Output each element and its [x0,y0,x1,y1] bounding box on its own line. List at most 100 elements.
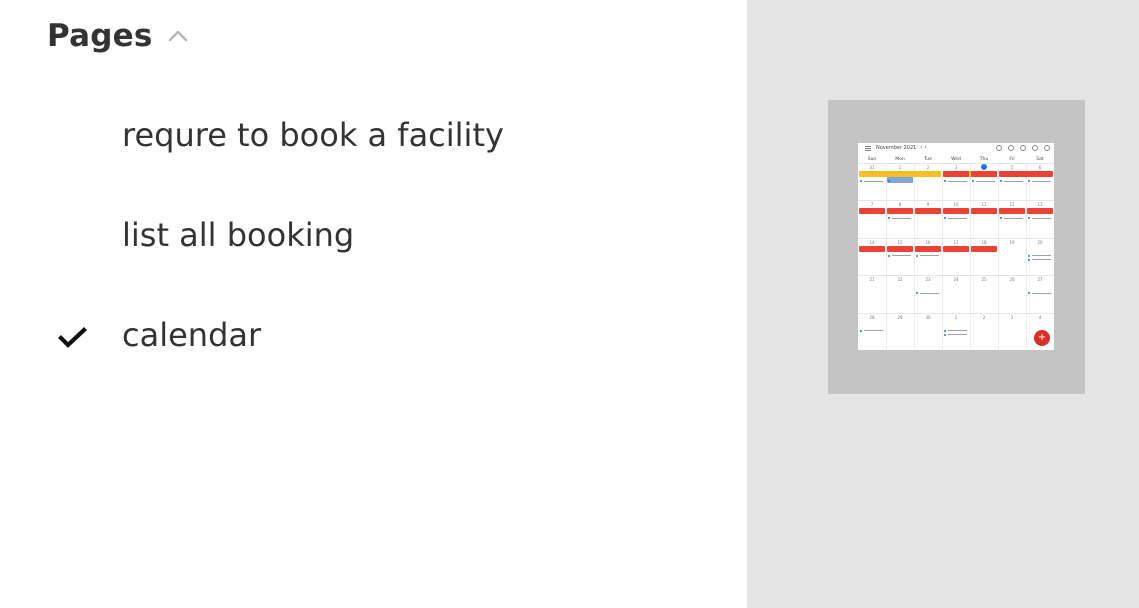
calendar-day-number: 9 [926,202,930,208]
thumbs-up-icon [1008,145,1014,151]
weekday-header: Fri [1009,157,1015,162]
calendar-grid-line [858,200,1054,202]
more-icon [1044,145,1050,151]
calendar-grid-line [858,237,1054,239]
calendar-event-line [1032,255,1051,257]
calendar-day-number: 27 [1037,277,1043,283]
calendar-event-line [892,180,911,182]
calendar-event-dot [1028,254,1030,257]
calendar-event-dot [860,180,862,182]
page-item-label: list all booking [122,216,355,254]
calendar-event-bar [943,171,969,177]
calendar-day-number: 6 [1038,165,1042,170]
calendar-event-bar [999,171,1053,177]
page-item-label: requre to book a facility [122,116,504,154]
calendar-day-number: 31 [869,165,875,170]
weekday-header: Sat [1036,157,1044,162]
calendar-event-line [948,217,967,219]
calendar-day-number: 5 [1010,165,1014,170]
pages-header[interactable]: Pages [47,18,190,54]
calendar-grid-line [970,163,971,350]
calendar-event-line [976,180,995,182]
page-item-list-all-booking[interactable]: list all booking [0,208,747,268]
calendar-event-bar [1027,208,1053,215]
calendar-day-number: 24 [953,277,959,283]
calendar-event-dot [888,254,890,257]
calendar-event-line [920,292,939,294]
calendar-event-dot [888,180,890,182]
calendar-event-line [864,180,883,182]
calendar-event-dot [944,217,946,220]
calendar-event-line [892,255,911,257]
calendar-event-line [1004,217,1023,219]
calendar-grid-line [914,163,915,350]
calendar-event-line [1032,180,1051,182]
calendar-event-bar [859,208,885,215]
calendar-day-number: 13 [1037,202,1043,208]
calendar-event-dot [1000,217,1002,220]
calendar-event-dot [916,254,918,257]
calendar-event-bar [859,245,885,252]
page-thumbnail-frame[interactable]: November 2021 ‹ › Sun Mon Tue Wed Thu Fri Sat 3… [828,100,1085,394]
weekday-header: Wed [951,157,961,162]
calendar-event-bar [971,208,997,215]
calendar-event-line [920,255,939,257]
calendar-event-bar [943,208,969,215]
calendar-day-number: 25 [981,277,987,283]
calendar-day-number: 21 [869,277,875,283]
page-preview-panel: November 2021 ‹ › Sun Mon Tue Wed Thu Fri Sat 3… [747,0,1139,608]
chevron-up-icon[interactable] [166,24,190,48]
weekday-header: Mon [895,157,905,162]
calendar-event-dot [1028,292,1030,295]
calendar-day-number: 3 [1010,314,1014,320]
calendar-grid-line [858,275,1054,277]
calendar-event-dot [1000,180,1002,182]
calendar-toolbar: November 2021 ‹ › [858,143,1054,155]
calendar-grid-line [1026,163,1027,350]
calendar-grid-line [998,163,999,350]
page-item-calendar[interactable]: calendar [0,308,747,368]
calendar-page-thumbnail: November 2021 ‹ › Sun Mon Tue Wed Thu Fri Sat 3… [858,143,1054,350]
calendar-day-number: 15 [897,239,903,245]
calendar-grid-line [858,312,1054,314]
weekday-header: Tue [924,157,932,162]
calendar-day-number: 2 [926,165,930,170]
calendar-day-number: 20 [1037,239,1043,245]
calendar-day-number: 1 [898,165,902,170]
calendar-event-dot [944,180,946,182]
calendar-event-bar [887,245,913,252]
calendar-grid-line [858,163,1054,164]
calendar-event-dot [1028,217,1030,220]
pages-title: Pages [47,18,153,54]
page-item-requre-to-book-a-facility[interactable]: requre to book a facility [0,108,747,168]
calendar-day-number: 2 [982,314,986,320]
calendar-day-number: 7 [870,202,874,208]
calendar-day-number: 12 [1009,202,1015,208]
calendar-event-line [1032,292,1051,294]
calendar-event-dot [944,329,946,332]
calendar-event-bar [971,245,997,252]
calendar-icon [1032,145,1038,151]
calendar-event-dot [972,180,974,182]
calendar-event-bar [999,208,1025,215]
calendar-day-number: 3 [954,165,958,170]
weekday-header: Thu [979,157,989,162]
calendar-day-number: 11 [981,202,987,208]
calendar-event-dot [916,292,918,295]
calendar-event-line [948,334,967,336]
calendar-event-dot [1028,180,1030,182]
calendar-event-dot [944,333,946,336]
refresh-icon [1020,145,1026,151]
calendar-day-number: 10 [953,202,959,208]
weekday-header: Sun [867,157,877,162]
calendar-event-bar [971,171,997,177]
calendar-event-line [1032,217,1051,219]
add-event-fab [1034,330,1050,346]
calendar-month-title: November 2021 [876,145,917,151]
calendar-event-dot [1028,258,1030,261]
calendar-event-line [864,330,883,332]
calendar-day-number: 8 [898,202,902,208]
calendar-toolbar-icons [996,145,1050,151]
calendar-event-bar [887,208,913,215]
calendar-event-line [892,217,911,219]
